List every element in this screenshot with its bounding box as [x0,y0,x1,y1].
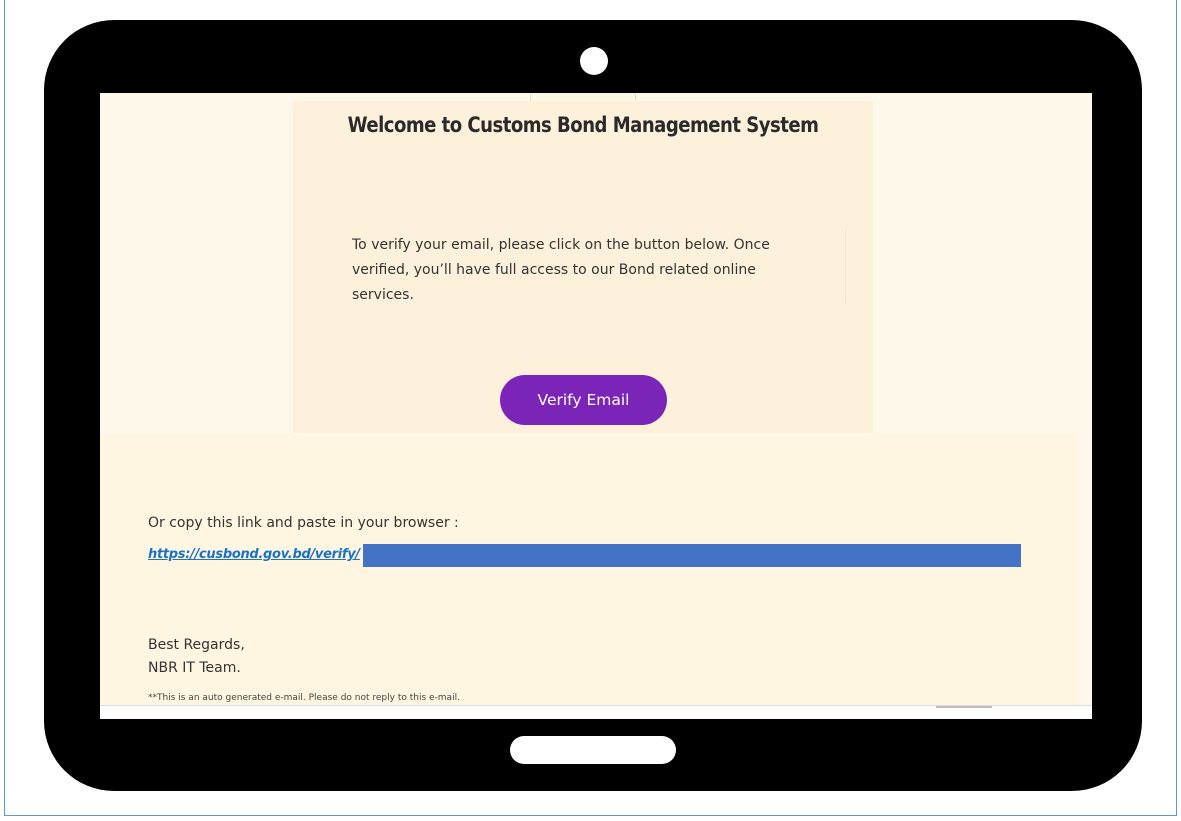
redacted-token-bar [363,544,1021,567]
intro-line: To verify your email, please click on th… [352,237,770,253]
scroll-mark [936,706,992,708]
intro-line: verified, you’ll have full access to our… [352,262,756,278]
tablet-camera-icon [580,47,608,75]
email-signoff: Best Regards, NBR IT Team. [148,634,245,680]
auto-email-disclaimer: **This is an auto generated e-mail. Plea… [148,693,460,703]
email-title: Welcome to Customs Bond Management Syste… [347,113,819,137]
email-screen: Welcome to Customs Bond Management Syste… [100,93,1092,719]
signoff-line: Best Regards, [148,637,245,653]
verify-email-button[interactable]: Verify Email [500,375,667,425]
copy-link-label: Or copy this link and paste in your brow… [148,515,459,531]
verify-link[interactable]: https://cusbond.gov.bd/verify/ [148,547,360,562]
signoff-line: NBR IT Team. [148,660,241,676]
intro-line: services. [352,287,414,303]
screen-bottom-strip [100,705,1092,719]
intro-divider [845,229,846,303]
tablet-home-button [510,736,676,764]
email-intro-text: To verify your email, please click on th… [352,233,822,308]
verify-link-row: https://cusbond.gov.bd/verify/ [148,544,1028,568]
email-lower-panel [100,435,1077,705]
